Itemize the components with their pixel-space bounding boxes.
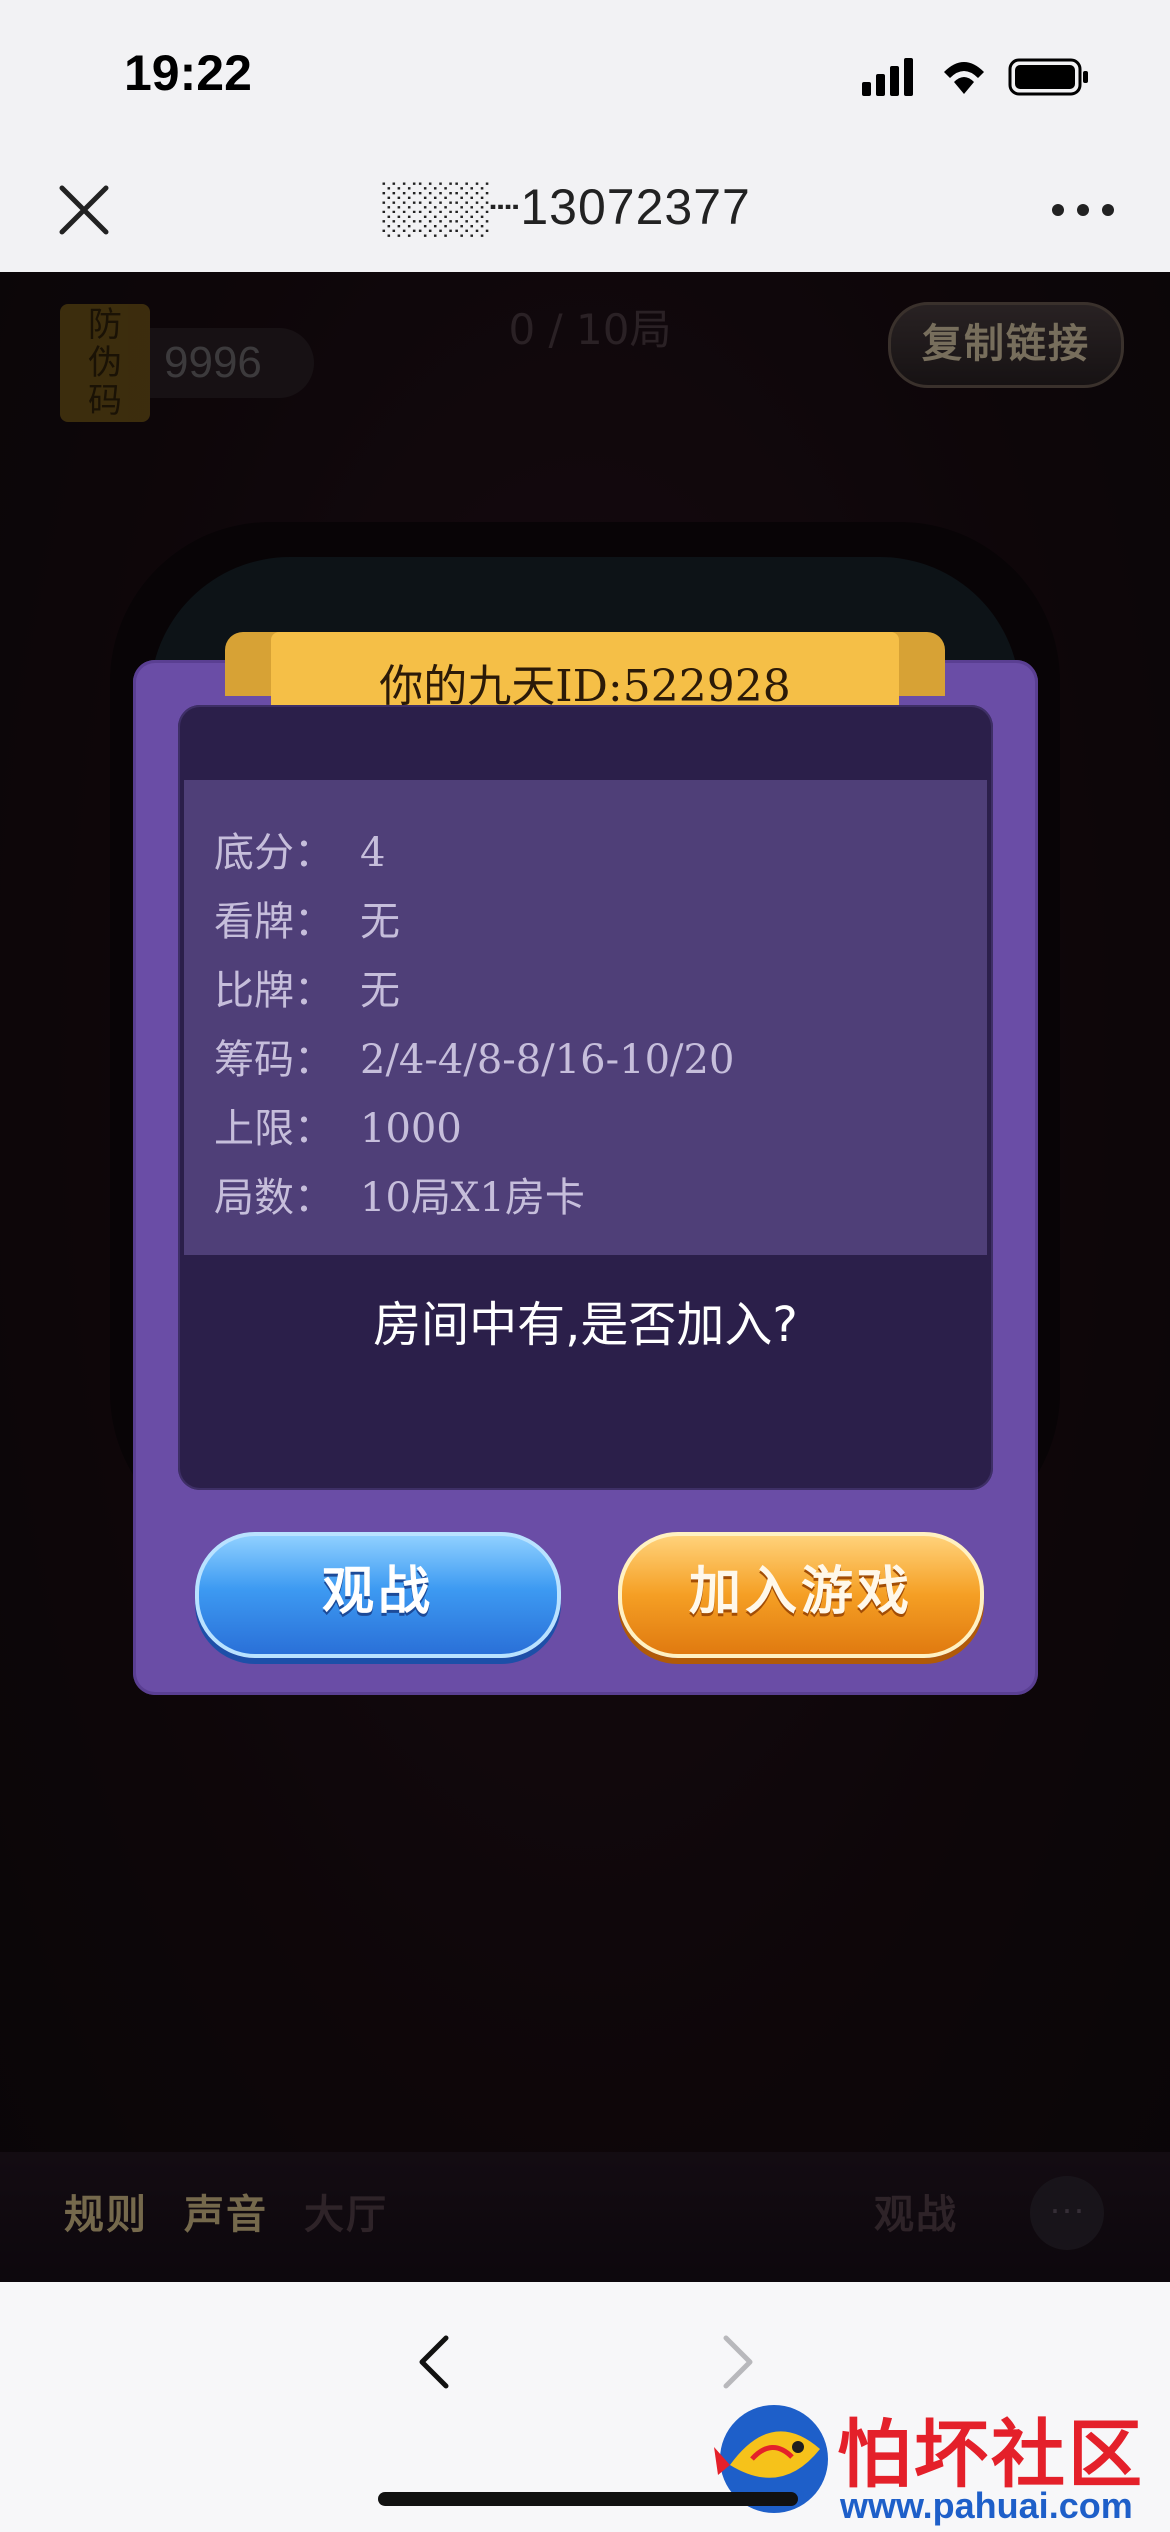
info-row-look-card: 看牌：无 xyxy=(214,899,400,945)
browser-toolbar: 怕坏社区 www.pahuai.com xyxy=(0,2282,1170,2532)
join-room-dialog: 你的九天ID:522928 底分： 4 看牌：无 比牌：无 筹码： 2/4-4/8-… xyxy=(133,632,1038,1695)
watch-button[interactable]: 观战 xyxy=(195,1532,561,1658)
status-bar: 19:22 xyxy=(0,0,1170,148)
info-row-chips: 筹码： 2/4-4/8-8/16-10/20 xyxy=(214,1037,735,1083)
forward-icon[interactable] xyxy=(718,2332,758,2392)
join-question: 房间中有,是否加入? xyxy=(373,1297,798,1353)
close-icon[interactable] xyxy=(52,178,116,242)
room-info: 底分： 4 看牌：无 比牌：无 筹码： 2/4-4/8-8/16-10/20 上限：… xyxy=(184,780,987,1255)
status-icons xyxy=(862,52,1092,102)
watermark: 怕坏社区 www.pahuai.com xyxy=(712,2397,1152,2527)
more-icon[interactable] xyxy=(1048,178,1118,242)
page-title: ░░░┈13072377 xyxy=(380,179,751,235)
back-icon[interactable] xyxy=(414,2332,454,2392)
status-time: 19:22 xyxy=(124,45,252,101)
watermark-url: www.pahuai.com xyxy=(840,2485,1133,2526)
home-indicator xyxy=(378,2492,798,2506)
info-row-base-score: 底分： 4 xyxy=(214,830,386,876)
join-game-button[interactable]: 加入游戏 xyxy=(618,1532,984,1658)
info-row-rounds: 局数： 10局X1房卡 xyxy=(214,1175,585,1221)
signal-wifi-battery-icon xyxy=(862,58,1088,96)
info-row-limit: 上限： 1000 xyxy=(214,1106,462,1152)
info-row-compare-card: 比牌：无 xyxy=(214,968,400,1014)
webview-nav-bar: ░░░┈13072377 xyxy=(0,148,1170,273)
dialog-panel: 底分： 4 看牌：无 比牌：无 筹码： 2/4-4/8-8/16-10/20 上限：… xyxy=(178,705,993,1490)
